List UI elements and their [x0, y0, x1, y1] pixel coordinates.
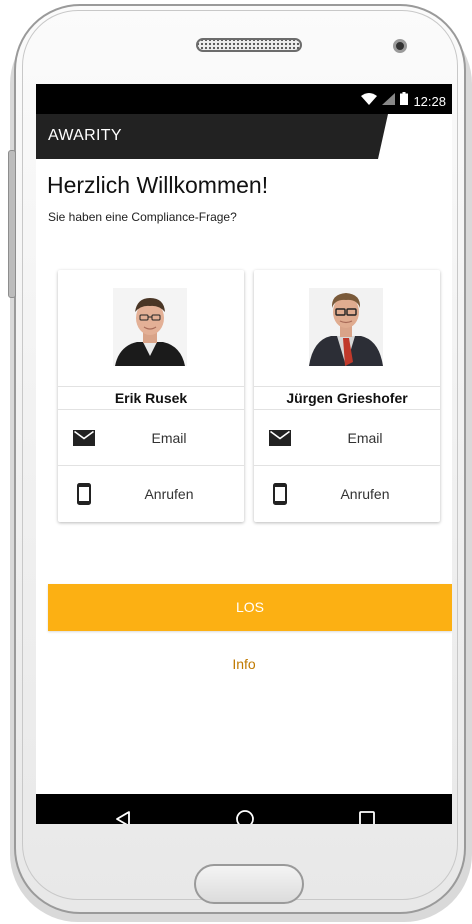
- back-icon[interactable]: [110, 806, 136, 824]
- contact-photo: [58, 270, 244, 386]
- recents-icon[interactable]: [354, 806, 380, 824]
- contact-call-button[interactable]: Anrufen: [58, 466, 244, 522]
- home-icon[interactable]: [232, 806, 258, 824]
- email-label: Email: [347, 429, 383, 446]
- contact-card: Jürgen Grieshofer Email Anrufen: [254, 270, 440, 522]
- front-camera: [393, 39, 407, 53]
- page-subtitle: Sie haben eine Compliance-Frage?: [48, 210, 237, 224]
- email-icon: [268, 426, 292, 450]
- email-label: Email: [151, 429, 187, 446]
- battery-icon: [400, 92, 409, 110]
- wifi-icon: [361, 92, 378, 110]
- hardware-home-button[interactable]: [194, 864, 304, 904]
- volume-button: [8, 150, 16, 298]
- contact-call-button[interactable]: Anrufen: [254, 466, 440, 522]
- app-title: AWARITY: [48, 127, 122, 144]
- contact-name: Erik Rusek: [58, 386, 244, 410]
- contact-card: Erik Rusek Email Anrufen: [58, 270, 244, 522]
- signal-icon: [382, 92, 396, 110]
- nav-bar: [36, 794, 452, 824]
- contact-email-button[interactable]: Email: [58, 410, 244, 466]
- los-button[interactable]: LOS: [48, 584, 452, 631]
- contact-photo: [254, 270, 440, 386]
- status-time: 12:28: [413, 93, 446, 109]
- app-bar: AWARITY: [36, 114, 452, 159]
- screen: 12:28 AWARITY Herzlich Willkommen! Sie h…: [36, 84, 452, 824]
- avatar: [113, 288, 187, 366]
- contact-name: Jürgen Grieshofer: [254, 386, 440, 410]
- info-link[interactable]: Info: [36, 656, 452, 672]
- avatar: [309, 288, 383, 366]
- status-bar: 12:28: [36, 84, 452, 114]
- email-icon: [72, 426, 96, 450]
- call-label: Anrufen: [144, 486, 194, 502]
- phone-icon: [268, 482, 292, 506]
- speaker-grille: [196, 38, 302, 52]
- call-label: Anrufen: [340, 486, 390, 502]
- page-title: Herzlich Willkommen!: [47, 172, 269, 198]
- phone-icon: [72, 482, 96, 506]
- contact-email-button[interactable]: Email: [254, 410, 440, 466]
